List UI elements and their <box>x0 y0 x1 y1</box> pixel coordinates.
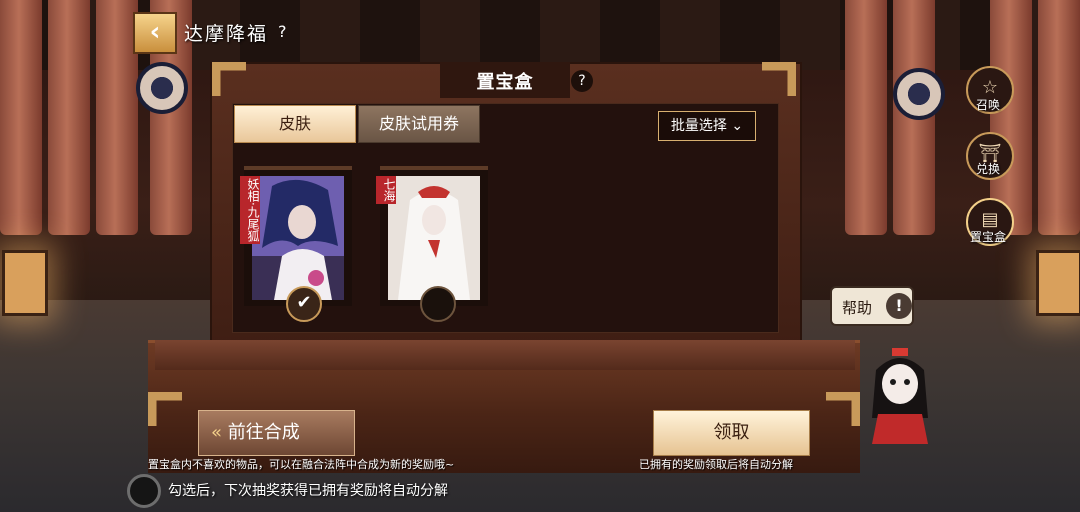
auto-decompose-toggle[interactable] <box>127 474 161 508</box>
fox-character-portrait <box>252 176 344 300</box>
summon-label: 召唤 <box>975 98 1000 112</box>
item-checkbox-checked[interactable]: ✔ <box>286 286 322 322</box>
batch-select-button[interactable]: 批量选择 ⌄ <box>658 111 756 141</box>
hint-left: 置宝盒内不喜欢的物品，可以在融合法阵中合成为新的奖励哦~ <box>148 458 455 471</box>
mascot-character[interactable] <box>862 340 938 450</box>
treasure-box-icon: ▤ <box>981 209 999 230</box>
goto-synthesis-label: 前往合成 <box>227 422 300 443</box>
auto-decompose-label: 勾选后，下次抽奖获得已拥有奖励将自动分解 <box>168 483 448 499</box>
curtain <box>845 0 887 235</box>
skin-artwork <box>252 176 344 300</box>
chevron-left-icon: ‹ <box>149 17 161 47</box>
curtain <box>48 0 90 235</box>
curtain <box>0 0 42 235</box>
back-button[interactable]: ‹ <box>133 12 177 54</box>
item-name: 七海 <box>376 176 396 204</box>
tab-skin-trial-tickets[interactable]: 皮肤试用券 <box>358 105 480 143</box>
batch-select-label: 批量选择 <box>670 118 727 134</box>
double-chevron-left-icon: « <box>211 422 223 443</box>
help-label: 帮助 <box>842 299 873 317</box>
claim-button[interactable]: 领取 <box>653 410 810 456</box>
curtain <box>96 0 138 235</box>
skin-artwork <box>388 176 480 300</box>
white-hair-character-portrait <box>388 176 480 300</box>
help-icon[interactable]: ? <box>278 22 287 41</box>
screen-title: 达摩降福 <box>184 23 269 45</box>
goto-synthesis-button[interactable]: « 前往合成 <box>198 410 355 456</box>
exchange-label: 兑换 <box>975 162 1000 176</box>
mascot-figure <box>872 348 928 444</box>
item-card[interactable]: 妖相·九尾狐 <box>240 166 352 306</box>
item-card[interactable]: 七海 <box>376 166 488 306</box>
clan-crest-icon <box>893 68 945 120</box>
item-checkbox-unchecked[interactable] <box>420 286 456 322</box>
curtain <box>1038 0 1080 235</box>
box-lid <box>155 340 855 370</box>
chevron-down-icon: ⌄ <box>731 118 744 134</box>
box-title: 置宝盒 <box>476 72 534 93</box>
checkmark-icon: ✔ <box>296 292 312 313</box>
box-help-icon[interactable]: ? <box>571 70 593 92</box>
lantern <box>2 250 48 316</box>
lantern <box>1036 250 1080 316</box>
pentagram-icon: ☆ <box>981 77 999 98</box>
clan-crest-icon <box>136 62 188 114</box>
tab-skins[interactable]: 皮肤 <box>234 105 356 143</box>
hint-right: 已拥有的奖励领取后将自动分解 <box>639 458 793 471</box>
exclamation-icon: ! <box>886 293 912 319</box>
item-name: 妖相·九尾狐 <box>240 176 260 244</box>
treasure-box-label: 置宝盒 <box>969 230 1006 244</box>
